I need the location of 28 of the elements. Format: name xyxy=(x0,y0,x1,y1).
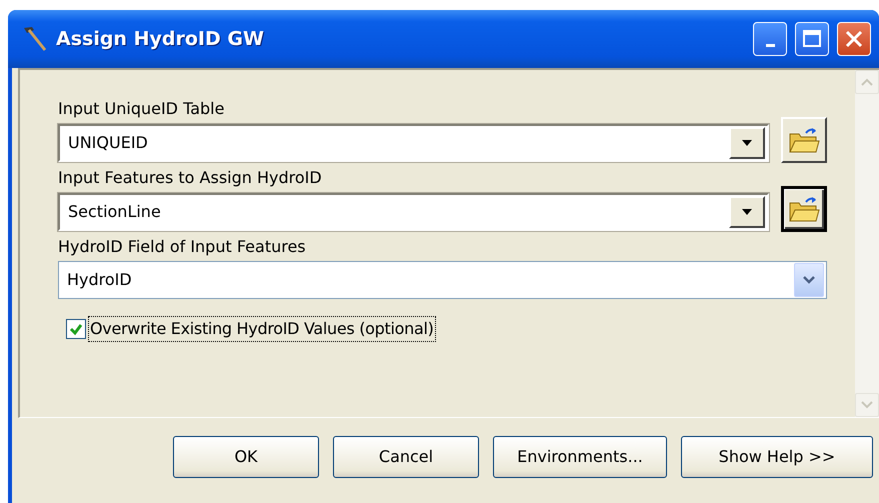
minimize-button[interactable] xyxy=(753,22,787,56)
dropdown-field[interactable]: HydroID xyxy=(58,261,827,299)
caret-icon xyxy=(741,139,753,147)
dialog-button[interactable]: Cancel xyxy=(333,436,479,478)
folder-icon xyxy=(788,126,820,154)
dialog-button[interactable]: OK xyxy=(173,436,319,478)
field-label: Input UniqueID Table xyxy=(58,98,226,120)
caret-icon xyxy=(741,208,753,216)
maximize-button[interactable] xyxy=(795,22,829,56)
browse-button[interactable] xyxy=(781,186,827,232)
close-button[interactable] xyxy=(837,22,871,56)
folder-icon xyxy=(788,195,820,223)
dialog-button[interactable]: Show Help >> xyxy=(681,436,873,478)
field-label: Input Features to Assign HydroID xyxy=(58,167,323,189)
checkbox[interactable] xyxy=(66,319,86,339)
close-icon xyxy=(844,29,864,49)
checkmark-icon xyxy=(69,322,83,336)
dialog-button[interactable]: Environments... xyxy=(493,436,667,478)
minimize-icon xyxy=(766,44,774,46)
chevron-down-icon xyxy=(802,275,816,285)
dropdown-field[interactable]: UNIQUEID xyxy=(58,124,769,162)
field-label: HydroID Field of Input Features xyxy=(58,236,307,258)
checkbox-label[interactable]: Overwrite Existing HydroID Values (optional) xyxy=(89,317,435,341)
chevron-down-icon xyxy=(861,401,873,409)
maximize-icon xyxy=(802,29,822,49)
window-title: Assign HydroID GW xyxy=(56,26,265,52)
chevron-up-icon xyxy=(861,78,873,86)
dropdown-field[interactable]: SectionLine xyxy=(58,193,769,231)
